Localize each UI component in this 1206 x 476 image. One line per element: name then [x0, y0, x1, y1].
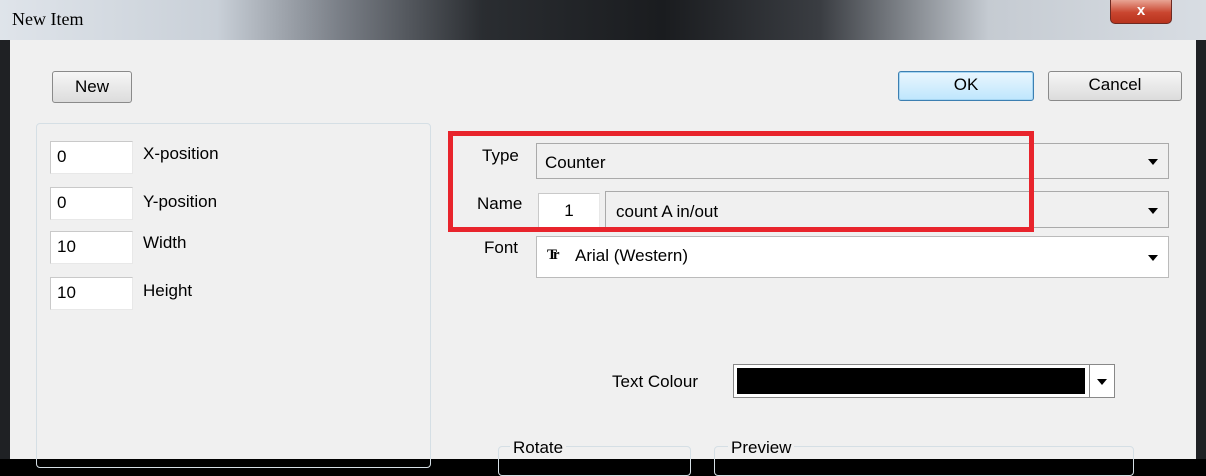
text-colour-label: Text Colour	[612, 372, 698, 391]
new-button[interactable]: New	[52, 71, 132, 103]
text-colour-picker[interactable]	[733, 364, 1115, 398]
divider	[1089, 365, 1090, 397]
width-input[interactable]: 10	[50, 231, 133, 264]
chevron-down-icon	[1097, 379, 1107, 385]
ok-button[interactable]: OK	[898, 71, 1034, 101]
title-bar[interactable]: New Item	[0, 0, 1206, 40]
y-position-label: Y-position	[143, 192, 218, 211]
highlight-annotation	[448, 131, 1034, 232]
close-icon: x	[1136, 2, 1146, 19]
window-frame-right	[1196, 40, 1206, 459]
truetype-font-icon: Tr	[547, 247, 559, 263]
x-position-input[interactable]: 0	[50, 141, 133, 174]
rotate-group-label: Rotate	[510, 438, 567, 458]
font-label: Font	[484, 238, 519, 257]
close-button[interactable]: x	[1110, 0, 1172, 24]
width-label: Width	[143, 233, 187, 252]
font-dropdown[interactable]: Tr Arial (Western)	[536, 236, 1169, 278]
chevron-down-icon	[1148, 207, 1158, 214]
colour-swatch	[737, 368, 1085, 394]
x-position-label: X-position	[143, 144, 219, 163]
height-label: Height	[143, 281, 193, 300]
preview-group-label: Preview	[728, 438, 795, 458]
window-frame-left	[0, 40, 10, 459]
window-title: New Item	[12, 9, 84, 29]
y-position-input[interactable]: 0	[50, 187, 133, 220]
cancel-button[interactable]: Cancel	[1048, 71, 1182, 101]
chevron-down-icon	[1148, 255, 1158, 261]
font-dropdown-value: Arial (Western)	[575, 246, 689, 265]
height-input[interactable]: 10	[50, 277, 133, 310]
chevron-down-icon	[1148, 159, 1158, 165]
